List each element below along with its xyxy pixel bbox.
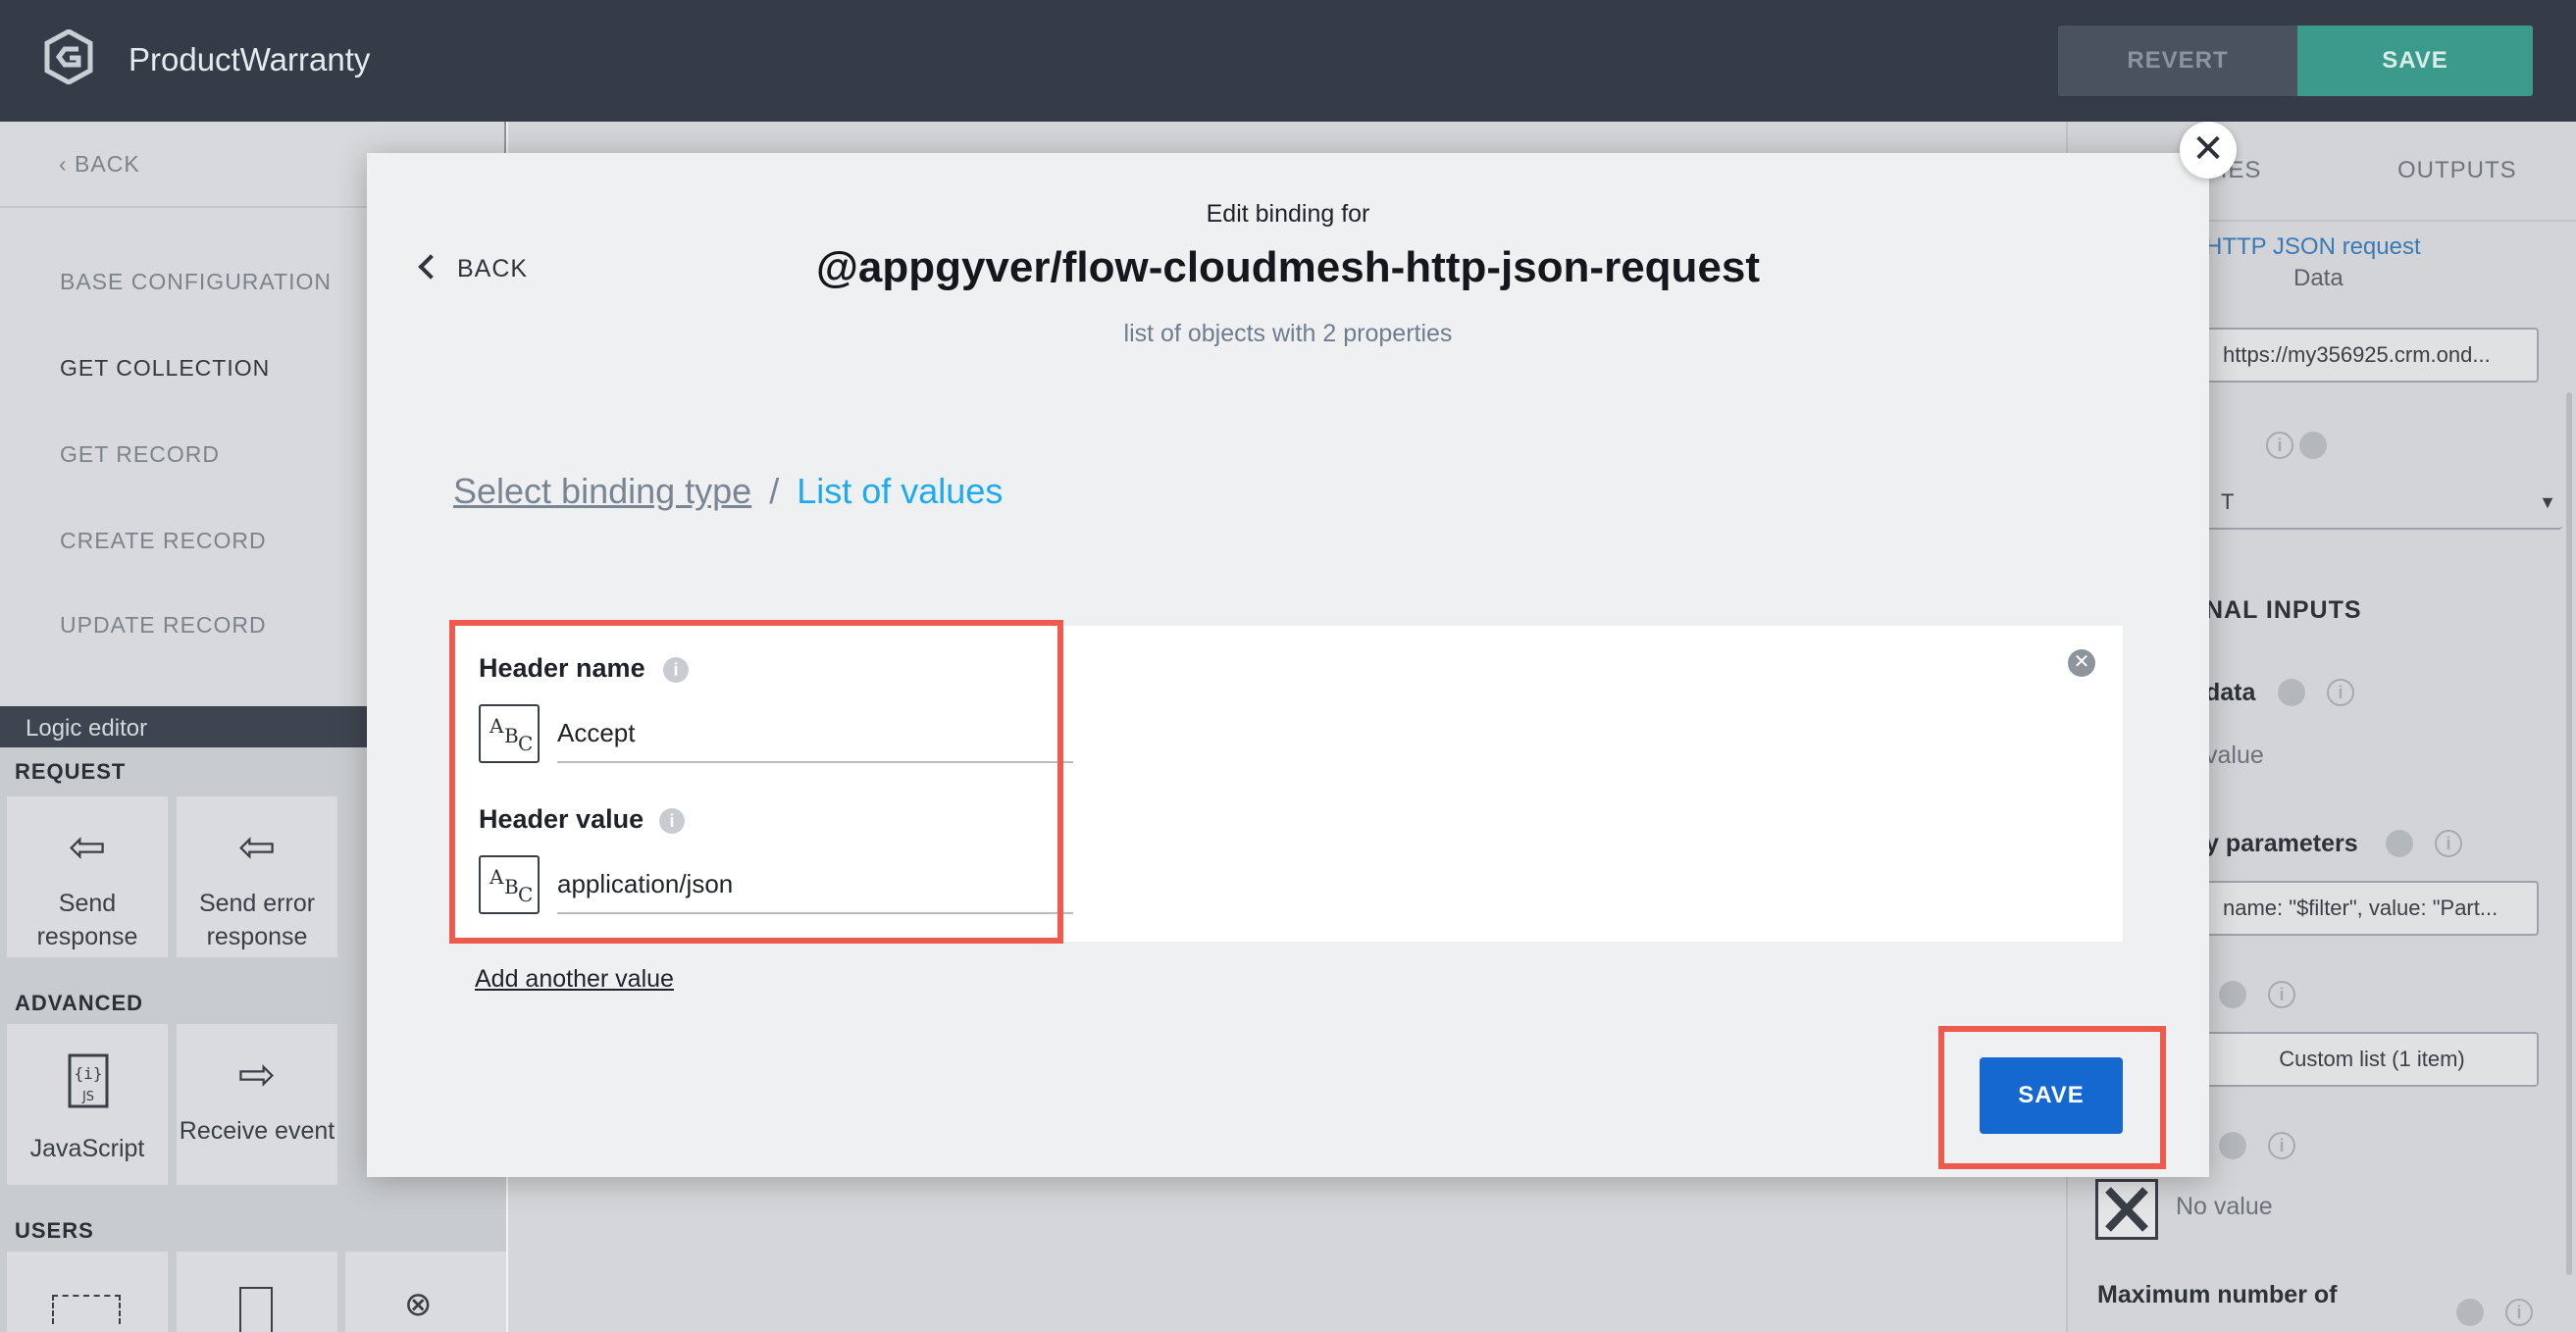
binding-dot-icon[interactable] [2386,830,2413,857]
sidebar-item-base-configuration[interactable]: BASE CONFIGURATION [60,269,332,295]
binding-dot-icon[interactable] [2219,1132,2246,1159]
modal-subtitle: list of objects with 2 properties [1123,320,1453,347]
info-icon: i [2266,432,2293,459]
palette-section-users: USERS [15,1218,94,1243]
breadcrumb-select-binding-type[interactable]: Select binding type [453,471,751,511]
info-icon: i [2505,1299,2533,1326]
edit-binding-modal: BACK Edit binding for @appgyver/flow-clo… [367,153,2209,1177]
tile-send-response[interactable]: ⇦ Send response [7,796,168,957]
tile-send-error-response[interactable]: ⇦ Send error response [177,796,337,957]
no-value-text: No value [2176,1193,2273,1220]
query-parameters-label: y parameters [2205,830,2358,857]
breadcrumb-separator: / [769,471,780,511]
document-icon [239,1287,273,1332]
svg-text:JS: JS [81,1090,94,1104]
modal-title: @appgyver/flow-cloudmesh-http-json-reque… [815,243,1761,291]
sidebar-item-create-record[interactable]: CREATE RECORD [60,528,267,554]
palette-section-advanced: ADVANCED [15,991,144,1015]
palette-section-request: REQUEST [15,759,127,784]
javascript-icon: {i} JS [68,1053,109,1108]
tile-label: Send error response [198,890,316,950]
app-logo-icon[interactable] [41,29,96,84]
query-parameters-field[interactable]: name: "$filter", value: "Part... [2205,881,2539,936]
sidebar-item-get-collection[interactable]: GET COLLECTION [60,355,270,382]
info-icon: i [2268,1132,2295,1159]
sidebar-item-get-record[interactable]: GET RECORD [60,441,220,468]
binding-dot-icon[interactable] [2219,981,2246,1008]
arrow-left-icon: ⇦ [237,821,277,872]
tile-receive-event[interactable]: ⇨ Receive event [177,1024,337,1185]
url-field[interactable]: https://my356925.crm.ond... [2205,328,2539,383]
headers-field[interactable]: Custom list (1 item) [2205,1032,2539,1087]
flow-function-link[interactable]: HTTP JSON request [2205,233,2421,261]
arrow-left-icon: ⇦ [68,821,107,872]
chevron-down-icon: ▼ [2539,492,2556,512]
tile-label: Receive event [179,1117,335,1145]
tab-outputs[interactable]: OUTPUTS [2397,157,2517,184]
flow-function-sub: Data [2293,265,2344,291]
info-icon: i [2327,679,2354,706]
remove-item-icon[interactable]: ✕ [2068,649,2095,677]
info-icon: i [2268,981,2295,1008]
highlight-save-box [1938,1026,2166,1169]
binding-dot-icon[interactable] [2278,679,2305,706]
tile-label: Send response [36,890,138,950]
sidebar-back-link[interactable]: ‹ BACK [59,151,140,178]
tile-label: JavaScript [29,1135,145,1162]
tile-users-2[interactable] [177,1252,337,1332]
binding-dot-icon[interactable] [2456,1299,2484,1326]
revert-button[interactable]: REVERT [2058,26,2297,96]
sidebar-item-update-record[interactable]: UPDATE RECORD [60,612,267,639]
method-select[interactable]: T ▼ [2205,477,2562,530]
edit-binding-label: Edit binding for [1206,200,1370,228]
right-panel-scrollbar[interactable] [2566,392,2572,1275]
checkbox-x-icon[interactable] [2095,1179,2158,1240]
top-bar: ProductWarranty REVERT SAVE [0,0,2576,122]
method-value: T [2221,489,2235,514]
binding-dot-icon[interactable] [2299,432,2327,459]
info-icon: i [2435,830,2462,857]
svg-text:{i}: {i} [75,1064,103,1083]
arrow-right-icon: ⇨ [237,1049,277,1100]
save-app-button[interactable]: SAVE [2297,26,2533,96]
close-icon[interactable]: ✕ [2180,122,2237,179]
add-another-value-link[interactable]: Add another value [475,965,674,994]
app-title: ProductWarranty [129,41,371,77]
remove-tag-icon: ⊗ [404,1286,433,1323]
maximum-number-label: Maximum number of [2097,1281,2338,1308]
dashed-box-icon [52,1295,121,1324]
data-label: data [2205,679,2256,706]
tile-users-1[interactable] [7,1252,168,1332]
tile-javascript[interactable]: {i} JS JavaScript [7,1024,168,1185]
highlight-fields-box [449,620,1063,944]
breadcrumb-current: List of values [797,471,1004,511]
optional-inputs-title: NAL INPUTS [2205,596,2362,624]
breadcrumb: Select binding type / List of values [453,471,1003,512]
data-value: value [2205,742,2264,769]
tile-users-3[interactable]: ⊗ [345,1252,506,1332]
